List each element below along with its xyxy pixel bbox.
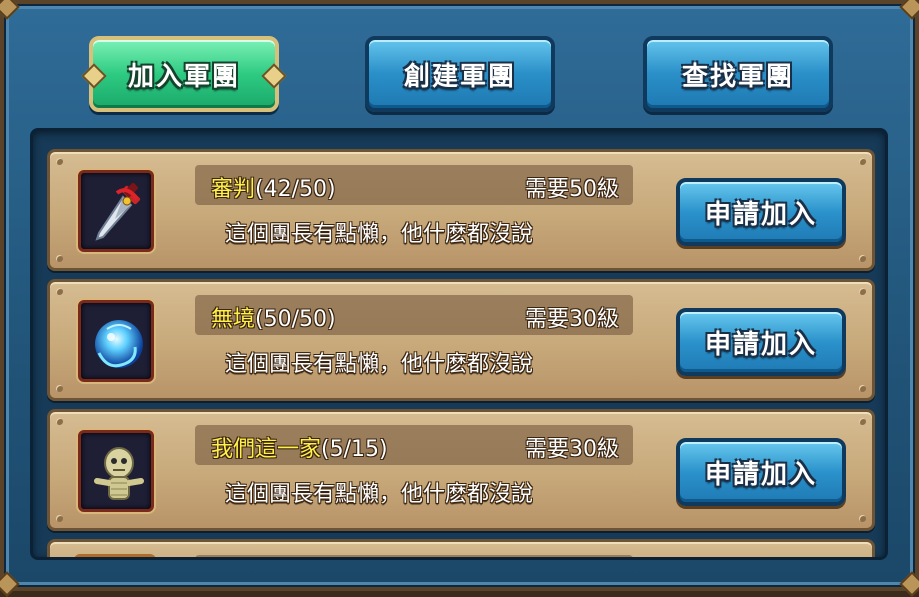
corner-ornament-bottom-left — [0, 571, 20, 597]
rivet — [56, 158, 63, 165]
tab-search-guild-label: 查找軍團 — [681, 61, 794, 92]
rivet — [859, 158, 866, 165]
rivet — [859, 288, 866, 295]
rivet — [56, 385, 63, 392]
rivet — [859, 418, 866, 425]
guild-member-count: (5/15) — [321, 437, 388, 462]
guild-member-count: (42/50) — [255, 177, 336, 202]
guild-name: 無境(50/50) — [211, 307, 336, 332]
guild-member-count: (50/50) — [255, 307, 336, 332]
guild-emblem — [74, 166, 158, 256]
rivet — [859, 385, 866, 392]
rivet — [56, 255, 63, 262]
blue-orb-icon — [95, 320, 143, 368]
guild-description: 這個團長有點懶，他什麽都沒說 — [225, 222, 534, 247]
guild-row-partial — [47, 539, 875, 557]
guild-row: 審判(42/50) 需要50級 這個團長有點懶，他什麽都沒說 申請加入 — [47, 149, 875, 271]
emblem-frame — [78, 170, 154, 252]
rivet — [859, 255, 866, 262]
rivet — [56, 515, 63, 522]
guild-description: 這個團長有點懶，他什麽都沒說 — [225, 482, 534, 507]
guild-name-bar: 我們這一家(5/15) 需要30級 — [195, 425, 633, 465]
dagger-icon — [95, 183, 141, 241]
apply-join-button[interactable]: 申請加入 — [676, 178, 846, 246]
guild-name-bar: 無境(50/50) 需要30級 — [195, 295, 633, 335]
tab-join-guild[interactable]: 加入軍團 — [81, 36, 287, 112]
tab-join-guild-label: 加入軍團 — [127, 61, 240, 92]
guild-emblem-partial — [74, 554, 156, 557]
corner-ornament-top-right — [899, 0, 919, 20]
guild-row: 我們這一家(5/15) 需要30級 這個團長有點懶，他什麽都沒說 申請加入 — [47, 409, 875, 531]
tab-create-guild[interactable]: 創建軍團 — [365, 36, 555, 112]
apply-join-button[interactable]: 申請加入 — [676, 438, 846, 506]
guild-level-requirement: 需要30級 — [525, 307, 619, 332]
guild-row: 無境(50/50) 需要30級 這個團長有點懶，他什麽都沒說 申請加入 — [47, 279, 875, 401]
tab-create-guild-label: 創建軍團 — [403, 61, 516, 92]
guild-description: 這個團長有點懶，他什麽都沒說 — [225, 352, 534, 377]
guild-level-requirement: 需要30級 — [525, 437, 619, 462]
guild-name: 我們這一家(5/15) — [211, 437, 388, 462]
corner-ornament-top-left — [0, 0, 20, 20]
corner-ornament-bottom-right — [899, 571, 919, 597]
guild-name-bar-partial — [195, 555, 633, 557]
guild-emblem — [74, 426, 158, 516]
guild-level-requirement: 需要50級 — [525, 177, 619, 202]
guild-name: 審判(42/50) — [211, 177, 336, 202]
emblem-frame — [78, 430, 154, 512]
rivet — [56, 288, 63, 295]
rivet — [859, 515, 866, 522]
apply-join-button[interactable]: 申請加入 — [676, 308, 846, 376]
voodoo-doll-icon — [94, 447, 144, 500]
guild-emblem — [74, 296, 158, 386]
guild-name-bar: 審判(42/50) 需要50級 — [195, 165, 633, 205]
emblem-frame — [78, 300, 154, 382]
rivet — [56, 418, 63, 425]
guild-list[interactable]: 審判(42/50) 需要50級 這個團長有點懶，他什麽都沒說 申請加入 無境(5… — [30, 128, 888, 560]
tab-search-guild[interactable]: 查找軍團 — [643, 36, 833, 112]
